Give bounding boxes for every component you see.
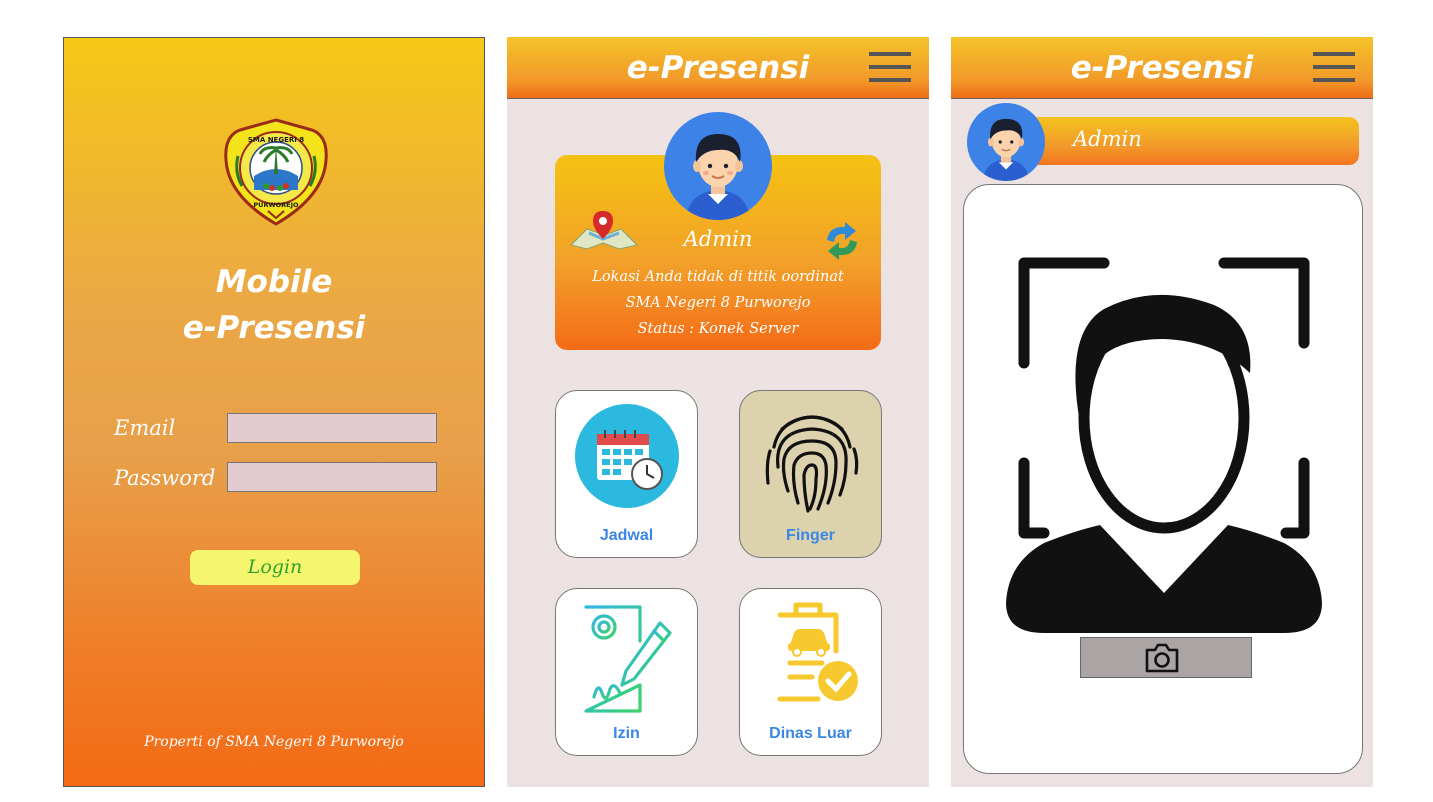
logo-text-top: SMA NEGERI 8 xyxy=(248,136,304,144)
header-title: e-Presensi xyxy=(1070,50,1254,86)
avatar xyxy=(664,112,772,220)
school-name: SMA Negeri 8 Purworejo xyxy=(625,295,811,311)
email-label: Email xyxy=(114,416,176,440)
location-status: Lokasi Anda tidak di titik oordinat xyxy=(592,269,844,285)
user-name: Admin xyxy=(1073,127,1142,151)
tile-jadwal[interactable]: Jadwal xyxy=(555,390,698,558)
header-title: e-Presensi xyxy=(626,50,810,86)
fingerprint-icon xyxy=(765,415,859,513)
permit-document-pen-icon xyxy=(584,605,672,713)
camera-screen: e-Presensi Admin xyxy=(951,37,1373,787)
capture-button[interactable] xyxy=(1080,637,1252,678)
camera-icon xyxy=(1145,643,1179,673)
app-title-line2: e-Presensi xyxy=(182,310,366,346)
app-header: e-Presensi xyxy=(507,37,929,99)
refresh-icon[interactable] xyxy=(823,222,861,260)
password-field[interactable] xyxy=(227,462,437,492)
calendar-clock-icon xyxy=(575,404,679,508)
tile-label-finger: Finger xyxy=(786,527,835,544)
login-button[interactable]: Login xyxy=(190,550,360,585)
school-logo: SMA NEGERI 8 PURWOREJO xyxy=(224,118,328,226)
user-name: Admin xyxy=(683,227,753,251)
camera-preview xyxy=(963,184,1363,774)
tile-label-jadwal: Jadwal xyxy=(599,527,654,544)
menu-icon[interactable] xyxy=(869,52,911,82)
face-scan-frame xyxy=(1006,257,1322,633)
app-header: e-Presensi xyxy=(951,37,1373,99)
dashboard-screen: e-Presensi Admin Lokasi Anda tidak di ti… xyxy=(507,37,929,787)
email-field[interactable] xyxy=(227,413,437,443)
app-title-line1: Mobile xyxy=(215,264,333,300)
logo-text-bottom: PURWOREJO xyxy=(253,201,299,209)
menu-icon[interactable] xyxy=(1313,52,1355,82)
server-status: Status : Konek Server xyxy=(637,321,799,337)
password-label: Password xyxy=(114,466,216,490)
tile-label-dinas-luar: Dinas Luar xyxy=(769,725,852,742)
tile-dinas-luar[interactable]: Dinas Luar xyxy=(739,588,882,756)
tile-label-izin: Izin xyxy=(613,725,640,742)
login-screen: SMA NEGERI 8 PURWOREJO Mobile e-Presensi… xyxy=(63,37,485,787)
clipboard-car-check-icon xyxy=(777,602,858,702)
user-name-bar: Admin xyxy=(1021,117,1359,165)
tile-finger[interactable]: Finger xyxy=(739,390,882,558)
avatar xyxy=(967,103,1045,181)
tile-izin[interactable]: Izin xyxy=(555,588,698,756)
footer-text: Properti of SMA Negeri 8 Purworejo xyxy=(144,734,404,750)
